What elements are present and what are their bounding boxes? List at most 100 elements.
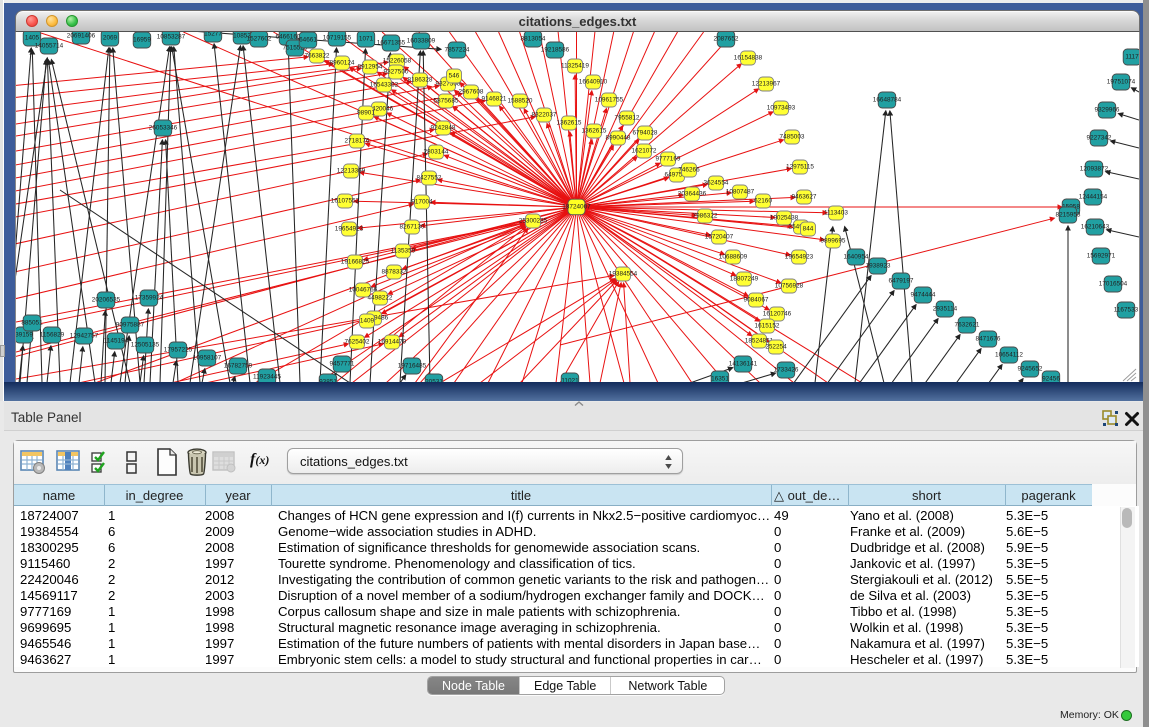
svg-text:9327500: 9327500 [384, 69, 409, 76]
svg-text:1071: 1071 [359, 36, 374, 43]
svg-text:1733426: 1733426 [774, 367, 799, 374]
svg-text:12975115: 12975115 [786, 164, 814, 171]
svg-text:20531: 20531 [425, 379, 443, 383]
svg-text:16543362: 16543362 [370, 82, 399, 89]
svg-text:1615152: 1615152 [755, 323, 780, 330]
svg-text:9084067: 9084067 [744, 297, 769, 304]
svg-text:9245652: 9245652 [1018, 366, 1043, 373]
svg-text:16154838: 16154838 [734, 55, 763, 62]
svg-text:9777169: 9777169 [656, 156, 681, 163]
svg-text:9457771: 9457771 [330, 361, 355, 368]
svg-text:10958107: 10958107 [193, 355, 222, 362]
svg-text:12213967: 12213967 [752, 81, 781, 88]
svg-text:1156829: 1156829 [40, 332, 65, 339]
svg-text:1113403: 1113403 [824, 210, 848, 217]
svg-text:3624554: 3624554 [704, 180, 729, 187]
svg-text:16640910: 16640910 [579, 79, 608, 86]
svg-text:7955812: 7955812 [615, 115, 640, 122]
svg-text:844: 844 [803, 226, 814, 233]
svg-text:546: 546 [449, 73, 460, 80]
svg-text:12505135: 12505135 [131, 342, 160, 349]
svg-text:2718176: 2718176 [345, 138, 370, 145]
svg-text:8186328: 8186328 [408, 77, 433, 84]
svg-text:18807249: 18807249 [730, 276, 759, 283]
svg-text:8912954: 8912954 [358, 64, 383, 71]
svg-text:2803144: 2803144 [424, 149, 449, 156]
svg-text:12093872: 12093872 [1080, 166, 1109, 173]
svg-text:746266: 746266 [678, 167, 700, 174]
svg-text:8322037: 8322037 [532, 112, 557, 119]
svg-text:9899695: 9899695 [821, 238, 846, 245]
svg-text:10807487: 10807487 [726, 189, 755, 196]
svg-text:15720407: 15720407 [705, 234, 734, 241]
svg-text:64661: 64661 [299, 37, 317, 44]
svg-text:1588520: 1588520 [508, 98, 533, 105]
svg-text:17957225: 17957225 [164, 347, 193, 354]
svg-text:14055714: 14055714 [35, 43, 64, 50]
svg-text:16914479: 16914479 [378, 339, 407, 346]
svg-text:19218586: 19218586 [541, 47, 570, 54]
svg-text:10688609: 10688609 [719, 254, 748, 261]
svg-text:8813054: 8813054 [521, 36, 546, 43]
svg-text:8215953: 8215953 [1056, 212, 1081, 219]
svg-text:1145194: 1145194 [104, 338, 129, 345]
svg-text:6479197: 6479197 [889, 278, 914, 285]
svg-text:20691406: 20691406 [67, 33, 96, 40]
svg-text:2069: 2069 [103, 35, 118, 42]
svg-text:2087652: 2087652 [714, 36, 739, 43]
svg-text:16033809: 16033809 [407, 38, 436, 45]
svg-text:19751074: 19751074 [1107, 79, 1136, 86]
svg-text:1405: 1405 [25, 35, 40, 42]
svg-text:8471676: 8471676 [976, 336, 1001, 343]
svg-text:1640954: 1640954 [844, 254, 869, 261]
svg-text:93851: 93851 [319, 379, 337, 383]
svg-text:5875685: 5875685 [434, 98, 459, 105]
svg-text:1621072: 1621072 [632, 148, 657, 155]
svg-text:16959: 16959 [133, 37, 151, 44]
svg-text:19384554: 19384554 [609, 271, 638, 278]
svg-text:6466160: 6466160 [276, 34, 301, 41]
svg-text:25300235: 25300235 [519, 218, 548, 225]
svg-text:12213369: 12213369 [337, 168, 366, 175]
svg-text:15692971: 15692971 [1087, 253, 1116, 260]
svg-text:12942757: 12942757 [70, 333, 99, 340]
svg-text:2935114: 2935114 [933, 306, 958, 313]
svg-text:16671355: 16671355 [377, 40, 406, 47]
svg-text:9329966: 9329966 [1095, 107, 1120, 114]
svg-text:17359924: 17359924 [135, 295, 164, 302]
svg-text:92456: 92456 [1042, 376, 1060, 383]
svg-text:11021: 11021 [561, 378, 579, 383]
svg-text:9146821: 9146821 [482, 96, 507, 103]
svg-text:12444154: 12444154 [1079, 194, 1108, 201]
svg-text:1362615: 1362615 [557, 120, 582, 127]
svg-text:18724007: 18724007 [562, 204, 591, 211]
svg-text:17016504: 17016504 [1099, 281, 1128, 288]
svg-text:19716485: 19716485 [398, 363, 427, 370]
svg-text:8960124: 8960124 [330, 60, 355, 67]
svg-text:1117: 1117 [1125, 54, 1139, 61]
svg-text:15226058: 15226058 [383, 58, 412, 65]
svg-text:20364436: 20364436 [678, 191, 707, 198]
svg-text:10756928: 10756928 [775, 283, 804, 290]
svg-text:7857224: 7857224 [445, 47, 470, 54]
svg-text:9474444: 9474444 [911, 292, 936, 299]
svg-text:90975887: 90975887 [116, 322, 145, 329]
svg-text:252254: 252254 [765, 344, 787, 351]
svg-text:7485003: 7485003 [780, 134, 805, 141]
svg-text:19166825: 19166825 [341, 259, 370, 266]
svg-text:8878332: 8878332 [382, 269, 407, 276]
svg-text:6794028: 6794028 [633, 130, 658, 137]
svg-text:10961755: 10961755 [595, 97, 624, 104]
svg-text:11325419: 11325419 [561, 63, 589, 70]
svg-text:19654923: 19654923 [785, 254, 814, 261]
svg-text:1362615: 1362615 [582, 128, 607, 135]
svg-text:10853287: 10853287 [157, 34, 186, 41]
svg-text:10719155: 10719155 [323, 35, 352, 42]
svg-text:16782759: 16782759 [224, 363, 253, 370]
svg-text:8427552: 8427552 [417, 175, 442, 182]
svg-text:16210643: 16210643 [1081, 224, 1110, 231]
svg-text:10654112: 10654112 [995, 352, 1023, 359]
svg-text:7625402: 7625402 [345, 339, 370, 346]
svg-text:10025438: 10025438 [770, 215, 799, 222]
svg-text:7663822: 7663822 [305, 53, 330, 60]
